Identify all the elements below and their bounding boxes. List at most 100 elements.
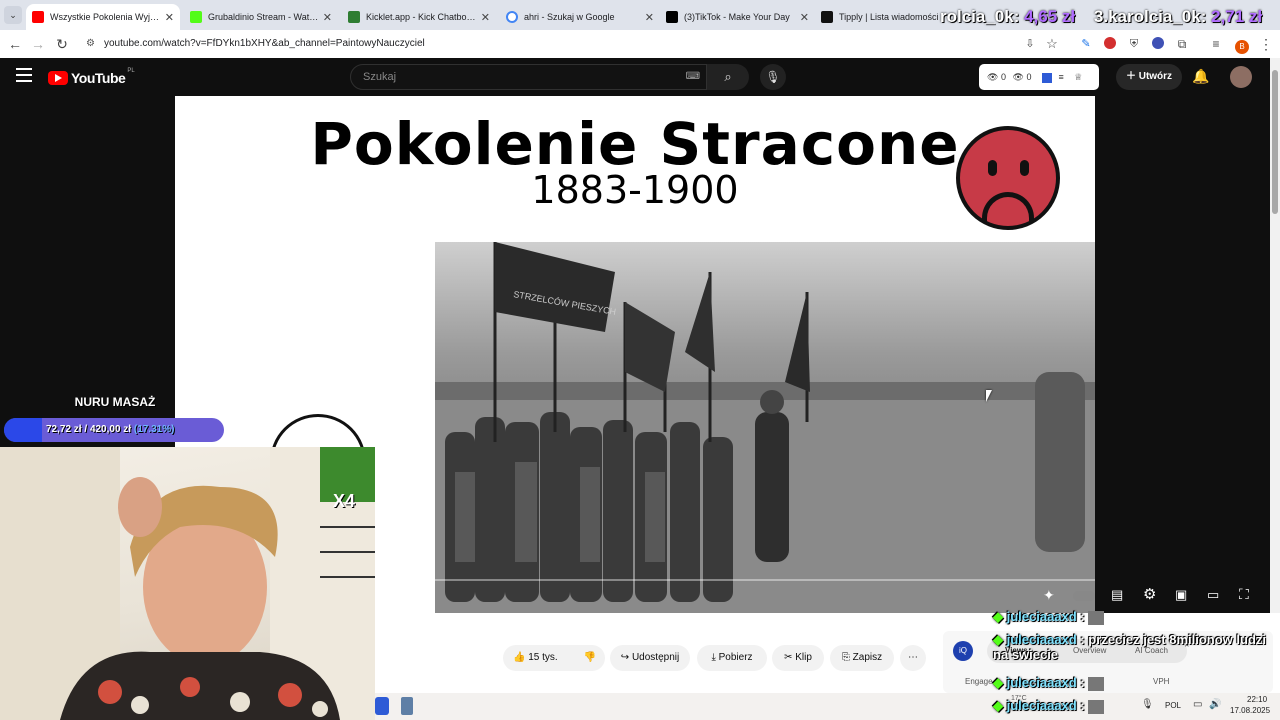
chat-username: juleciaaaxd [1006,675,1077,690]
clock-time: 22:10 [1247,695,1268,704]
app-icon[interactable] [375,697,389,715]
page-scrollbar[interactable] [1270,58,1280,698]
browser-menu-icon[interactable]: ⋮ [1256,34,1276,54]
autoplay-toggle[interactable] [1073,591,1095,601]
browser-tab[interactable]: (3)TikTok - Make Your Day ✕ [660,4,815,30]
mouse-cursor-icon [986,390,992,402]
more-actions-button[interactable]: ⋯ [900,645,926,671]
clip-button[interactable]: ✂ Klip [772,645,824,671]
microphone-tray-icon[interactable]: 🎙 [1141,699,1154,710]
back-icon[interactable]: ← [5,34,25,54]
tab-search-button[interactable]: ⌄ [4,6,22,24]
screen: ⌄ Wszystkie Pokolenia Wyjaśnione ✕ Gruba… [0,0,1280,720]
close-tab-icon[interactable]: ✕ [165,11,174,24]
chat-message: ◆ juleciaaaxd : [993,698,1105,714]
tiktok-favicon-icon [666,11,678,23]
goal-progress-fill [4,418,43,442]
browser-tab[interactable]: Tipply | Lista wiadomości [815,4,945,30]
reading-list-icon[interactable]: ≡ [1206,34,1226,54]
chat-message: ◆ juleciaaaxd : [993,609,1105,625]
donation-overlay: rolcia_0k: 4,65 zł 3.karolcia_0k: 2,71 z… [940,4,1270,30]
settings-gear-icon[interactable]: ⚙ [1143,585,1156,603]
vidiq-logo-icon: iQ [953,641,973,661]
goal-target: 420,00 zł [89,424,132,435]
youtube-logo[interactable]: YouTube PL [48,68,135,88]
list-icon[interactable]: ≡ [1058,72,1063,82]
youtube-logo-text: YouTube [71,70,126,86]
save-label: Zapisz [852,652,883,663]
fullscreen-icon[interactable]: ⛶ [1239,586,1249,603]
vidiq-extension-icon[interactable] [1041,72,1052,83]
profile-avatar[interactable]: B [1235,40,1249,54]
share-button[interactable]: ↪ Udostępnij [610,645,690,671]
site-info-icon[interactable]: ⚙ [86,33,95,55]
browser-tab[interactable]: ahri - Szukaj w Google ✕ [500,4,660,30]
eye-icon: 👁 [987,72,999,82]
search-button[interactable]: ⌕ [707,64,749,90]
theater-mode-icon[interactable]: ▭ [1207,587,1219,603]
close-tab-icon[interactable]: ✕ [481,11,490,24]
search-icon: ⌕ [724,69,732,84]
extension-blue-icon[interactable] [1152,37,1164,49]
close-tab-icon[interactable]: ✕ [645,11,654,24]
keyboard-icon[interactable]: ⌨ [686,65,700,89]
display-tray-icon[interactable]: ▭ [1193,699,1202,710]
more-horizontal-icon: ⋯ [908,652,918,663]
extension-toolbar: 👁 0 👁 0 ≡ ♕ [979,64,1099,90]
vidiq-engage-label: Engage [965,677,993,686]
tab-title: (3)TikTok - Make Your Day [684,12,790,22]
browser-tab[interactable]: Kicklet.app - Kick Chatbot and ✕ [342,4,496,30]
extension-red-icon[interactable] [1104,37,1116,49]
forward-icon[interactable]: → [28,34,48,54]
browser-tab[interactable]: Wszystkie Pokolenia Wyjaśnione ✕ [26,4,180,30]
like-dislike-group: 👍 15 tys. 👎 [503,645,605,671]
extensions-puzzle-icon[interactable]: ⧉ [1172,34,1192,54]
chat-message: ◆ juleciaaaxd : przeciez jest 8milionow … [993,632,1278,662]
donor-name: rolcia_0k: [940,7,1020,26]
voice-search-button[interactable]: 🎙 [760,64,786,90]
create-button[interactable]: ＋ Utwórz [1116,64,1182,90]
vidiq-vph-label: VPH [1153,677,1170,686]
search-input[interactable]: Szukaj ⌨ [350,64,707,90]
soldiers-illustration: STRZELCÓW PIESZYCH [435,242,1095,613]
download-button[interactable]: ⤓ Pobierz [697,645,767,671]
close-tab-icon[interactable]: ✕ [800,11,809,24]
emote-icon [1088,699,1105,714]
ext-count: 0 [1026,72,1032,82]
kicklet-favicon-icon [348,11,360,23]
donation-amount: 2,71 zł [1211,7,1263,26]
scissors-icon: ✂ [784,652,793,663]
account-avatar[interactable] [1230,66,1252,88]
youtube-header: YouTube PL Szukaj ⌨ ⌕ 🎙 👁 0 👁 0 ≡ ♕ ＋ Ut… [0,58,1270,96]
language-indicator[interactable]: POL [1165,701,1181,710]
url-text: youtube.com/watch?v=FfDYkn1bXHY&ab_chann… [104,38,425,49]
subtitles-icon[interactable]: ▤ [1111,587,1123,603]
save-button[interactable]: ⎘ Zapisz [830,645,894,671]
trophy-icon[interactable]: ♕ [1074,72,1082,82]
chat-text: : [1080,609,1085,624]
chat-badge-icon: ◆ [993,698,1003,713]
notifications-bell-icon[interactable]: 🔔 [1192,68,1209,85]
browser-tab[interactable]: Grubaldinio Stream - Watch Live ✕ [184,4,338,30]
hamburger-menu-icon[interactable] [16,68,32,82]
sad-face-icon [956,126,1060,230]
extension-icon[interactable]: ✎ [1076,34,1096,54]
speaker-icon[interactable]: 🔊 [1209,699,1221,710]
share-label: Udostępnij [631,652,680,663]
streamer-video [0,447,375,720]
goal-label: NURU MASAŻ [74,395,156,409]
reload-icon[interactable]: ↻ [52,34,72,54]
bookmark-star-icon[interactable]: ☆ [1042,34,1062,54]
youtube-play-icon [48,71,68,85]
historical-photo: STRZELCÓW PIESZYCH [435,242,1095,613]
extension-shield-icon[interactable]: ⛨ [1124,34,1144,54]
bookmark-icon: ⎘ [841,652,850,663]
miniplayer-icon[interactable]: ▣ [1175,587,1187,603]
dislike-button[interactable]: 👎 [579,645,601,671]
like-button[interactable]: 👍 15 tys. [513,645,569,671]
close-tab-icon[interactable]: ✕ [323,11,332,24]
calculator-icon[interactable] [401,697,413,715]
ai-sparkle-icon[interactable]: ✦ [1043,587,1055,604]
region-code: PL [127,68,135,74]
install-app-icon[interactable]: ⇩ [1020,34,1040,54]
